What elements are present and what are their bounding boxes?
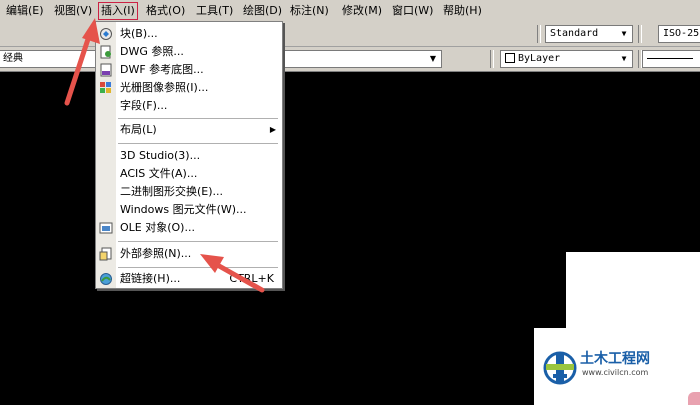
text-style-dropdown[interactable]: Standard ▼ xyxy=(545,25,633,43)
menu-item-dwg-reference[interactable]: DWG 参照... xyxy=(96,43,282,61)
menu-draw[interactable]: 绘图(D) xyxy=(241,3,284,19)
menu-item-layout[interactable]: 布局(L) ▶ xyxy=(96,121,282,139)
menu-item-acis-file[interactable]: ACIS 文件(A)... xyxy=(96,165,282,183)
menu-item-label: 3D Studio(3)... xyxy=(120,149,201,162)
menu-view[interactable]: 视图(V) xyxy=(52,3,94,19)
toolbar-separator xyxy=(490,50,494,68)
watermark-logo: 土木工程网 www.civilcn.com xyxy=(534,328,664,405)
hyperlink-icon xyxy=(100,273,112,285)
external-reference-icon xyxy=(99,247,112,261)
menu-item-label: DWF 参考底图... xyxy=(120,63,204,76)
menu-item-windows-metafile[interactable]: Windows 图元文件(W)... xyxy=(96,201,282,219)
dimension-style-dropdown[interactable]: ISO-25 xyxy=(658,25,700,43)
chevron-down-icon: ▼ xyxy=(429,54,437,63)
menu-item-external-reference[interactable]: 外部参照(N)... xyxy=(96,245,282,263)
workspace-value: 经典 xyxy=(3,53,23,64)
watermark-url: www.civilcn.com xyxy=(582,368,649,377)
menu-item-label: 字段(F)... xyxy=(120,99,168,112)
menu-item-label: OLE 对象(O)... xyxy=(120,221,195,234)
linetype-line-icon xyxy=(647,57,693,59)
menu-help[interactable]: 帮助(H) xyxy=(441,3,484,19)
menu-modify[interactable]: 修改(M) xyxy=(340,3,384,19)
insert-menu-dropdown: 块(B)... DWG 参照... DWF 参考底图... 光栅图像参照(I).… xyxy=(95,21,283,289)
civil-logo-icon xyxy=(543,351,577,385)
menu-item-hyperlink[interactable]: 超链接(H)... CTRL+K xyxy=(96,270,282,288)
chevron-down-icon: ▼ xyxy=(621,54,627,63)
menu-item-label: 外部参照(N)... xyxy=(120,247,192,260)
menu-item-block[interactable]: 块(B)... xyxy=(96,25,282,43)
menu-divider xyxy=(118,143,278,144)
block-icon xyxy=(100,28,112,40)
toolbar-separator xyxy=(537,25,541,43)
text-style-value: Standard xyxy=(550,28,599,39)
menu-divider xyxy=(118,267,278,268)
menu-item-label: DWG 参照... xyxy=(120,45,184,58)
menu-insert[interactable]: 插入(I) xyxy=(98,2,138,20)
menu-item-label: ACIS 文件(A)... xyxy=(120,167,198,180)
menu-item-label: 二进制图形交换(E)... xyxy=(120,185,224,198)
raster-image-icon xyxy=(100,82,111,93)
ole-object-icon xyxy=(99,222,113,234)
menu-window[interactable]: 窗口(W) xyxy=(390,3,435,19)
watermark-title: 土木工程网 xyxy=(580,351,650,367)
menu-dimension[interactable]: 标注(N) xyxy=(288,3,331,19)
dwg-reference-icon xyxy=(100,45,111,59)
menu-item-label: 光栅图像参照(I)... xyxy=(120,81,209,94)
menu-tools[interactable]: 工具(T) xyxy=(194,3,235,19)
toolbar-separator xyxy=(638,25,642,43)
decorative-shape xyxy=(688,392,700,405)
menu-format[interactable]: 格式(O) xyxy=(144,3,187,19)
color-swatch-icon xyxy=(505,53,515,63)
menu-bar: 编辑(E) 视图(V) 插入(I) 格式(O) 工具(T) 绘图(D) 标注(N… xyxy=(0,0,700,23)
menu-item-raster-image[interactable]: 光栅图像参照(I)... xyxy=(96,79,282,97)
menu-item-dwf-underlay[interactable]: DWF 参考底图... xyxy=(96,61,282,79)
linetype-dropdown[interactable] xyxy=(642,50,700,68)
color-dropdown[interactable]: ByLayer ▼ xyxy=(500,50,633,68)
color-value: ByLayer xyxy=(518,53,561,64)
menu-item-label: 超链接(H)... xyxy=(120,272,181,285)
dwf-underlay-icon xyxy=(100,63,112,77)
menu-item-field[interactable]: 字段(F)... xyxy=(96,97,282,115)
menu-divider xyxy=(118,241,278,242)
menu-item-binary-exchange[interactable]: 二进制图形交换(E)... xyxy=(96,183,282,201)
menu-divider xyxy=(118,118,278,119)
dimension-style-value: ISO-25 xyxy=(663,28,700,39)
menu-item-label: 布局(L) xyxy=(120,123,157,136)
menu-item-shortcut: CTRL+K xyxy=(229,272,274,285)
submenu-arrow-icon: ▶ xyxy=(269,125,276,134)
menu-edit[interactable]: 编辑(E) xyxy=(4,3,46,19)
menu-item-3d-studio[interactable]: 3D Studio(3)... xyxy=(96,147,282,165)
menu-item-ole-object[interactable]: OLE 对象(O)... xyxy=(96,219,282,237)
chevron-down-icon: ▼ xyxy=(621,29,627,38)
menu-item-label: Windows 图元文件(W)... xyxy=(120,203,247,216)
menu-item-label: 块(B)... xyxy=(120,27,158,40)
